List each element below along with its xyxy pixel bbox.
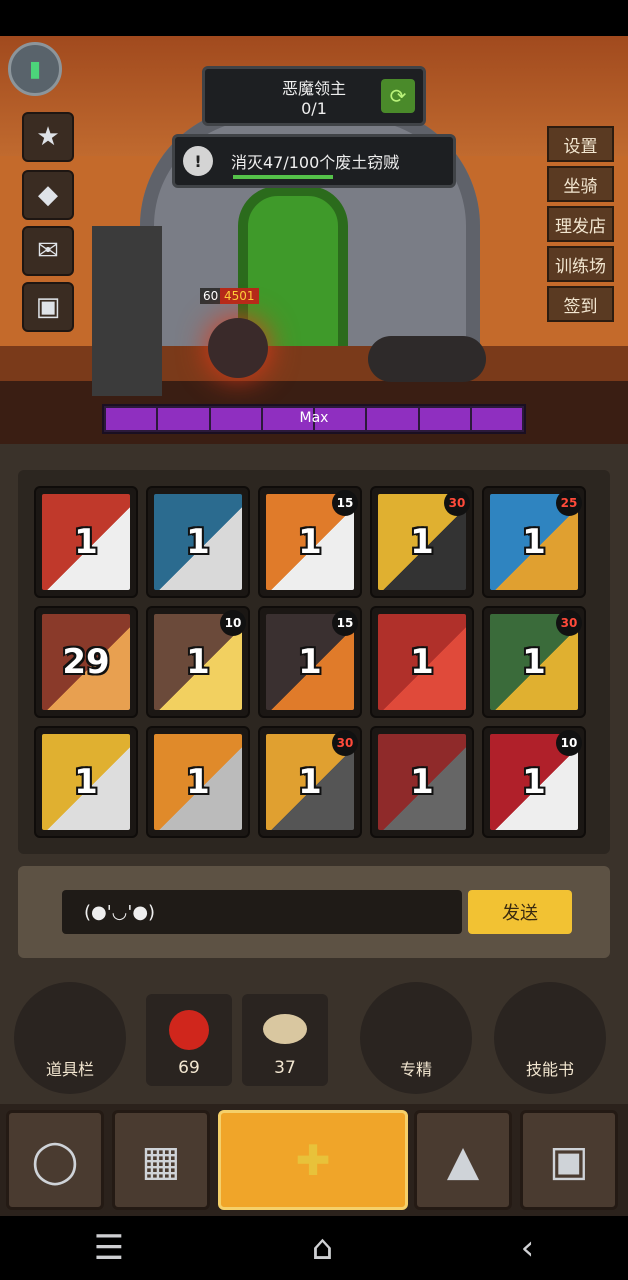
skill-level: 29 <box>62 642 110 682</box>
skill-badge: 10 <box>220 610 246 636</box>
signin-button[interactable]: 签到 <box>547 286 614 322</box>
armor-tab[interactable]: ▦ <box>112 1110 210 1210</box>
quest-progress-bar <box>233 175 333 179</box>
back-icon[interactable]: ‹ <box>521 1228 535 1268</box>
potion-icon <box>169 1010 209 1050</box>
quest-panel[interactable]: ! 消灭47/100个废土窃贼 <box>172 134 456 188</box>
skill-badge: 30 <box>556 610 582 636</box>
skill-slot[interactable]: 1 30 <box>370 486 474 598</box>
weapon-tab[interactable]: ✚ <box>218 1110 408 1210</box>
skill-slot[interactable]: 1 <box>370 606 474 718</box>
chest-tab[interactable]: ▣ <box>520 1110 618 1210</box>
boss-panel[interactable]: 恶魔领主 0/1 ⟳ <box>202 66 426 126</box>
home-icon[interactable]: ⌂ <box>312 1228 334 1268</box>
xp-label: Max <box>299 410 329 426</box>
spiked-enemy <box>368 336 486 382</box>
skill-level: 1 <box>74 762 98 802</box>
skill-badge: 30 <box>332 730 358 756</box>
skill-slot[interactable]: 1 15 <box>258 486 362 598</box>
skill-level: 1 <box>186 642 210 682</box>
refresh-icon[interactable]: ⟳ <box>381 79 415 113</box>
skill-level: 1 <box>522 642 546 682</box>
skill-slot[interactable]: 1 30 <box>482 606 586 718</box>
skill-level: 1 <box>298 762 322 802</box>
alert-icon: ! <box>183 146 213 176</box>
send-button[interactable]: 发送 <box>468 890 572 934</box>
skill-book-button[interactable]: 技能书 <box>494 982 606 1094</box>
quest-text: 消灭47/100个废土窃贼 <box>231 153 400 172</box>
settings-button[interactable]: 设置 <box>547 126 614 162</box>
potion-item[interactable]: 69 <box>146 994 232 1086</box>
status-bar <box>0 0 628 36</box>
bread-icon <box>263 1014 307 1044</box>
equipment-tabbar: ◯ ▦ ✚ ▲ ▣ <box>0 1104 628 1216</box>
sword-icon: ✚ <box>295 1135 331 1185</box>
skill-level: 1 <box>410 762 434 802</box>
armor-icon: ▦ <box>141 1135 181 1185</box>
mount-button[interactable]: 坐骑 <box>547 166 614 202</box>
training-button[interactable]: 训练场 <box>547 246 614 282</box>
inventory-label: 道具栏 <box>45 1060 94 1079</box>
skill-slot[interactable]: 1 25 <box>482 486 586 598</box>
scarecrow <box>92 226 162 396</box>
player-hp: 4501 <box>220 288 259 304</box>
signal-icon[interactable]: ▮ <box>8 42 62 96</box>
skill-slot[interactable]: 29 <box>34 606 138 718</box>
anvil-tab[interactable]: ▲ <box>414 1110 512 1210</box>
skill-slot[interactable]: 1 10 <box>146 606 250 718</box>
star-icon[interactable]: ★ <box>22 112 74 162</box>
skill-slot[interactable]: 1 <box>146 486 250 598</box>
skill-slot[interactable]: 1 30 <box>258 726 362 838</box>
skill-book-label: 技能书 <box>525 1060 574 1079</box>
skill-badge: 15 <box>332 490 358 516</box>
skill-level: 1 <box>522 762 546 802</box>
treasure-chest-icon: ▣ <box>549 1135 589 1185</box>
skill-slot[interactable]: 1 15 <box>258 606 362 718</box>
chest-icon[interactable]: ▣ <box>22 282 74 332</box>
skill-level: 1 <box>522 522 546 562</box>
potion-count: 69 <box>178 1058 200 1078</box>
skill-slot[interactable]: 1 10 <box>482 726 586 838</box>
skill-badge: 15 <box>332 610 358 636</box>
skill-level: 1 <box>186 522 210 562</box>
food-item[interactable]: 37 <box>242 994 328 1086</box>
skill-slot[interactable]: 1 <box>34 726 138 838</box>
mail-icon[interactable]: ✉ <box>22 226 74 276</box>
anvil-icon: ▲ <box>446 1135 480 1185</box>
xp-bar: Max <box>102 404 526 434</box>
skill-slot[interactable]: 1 <box>146 726 250 838</box>
ring-icon: ◯ <box>31 1135 79 1185</box>
crystal-icon[interactable]: ◆ <box>22 170 74 220</box>
skill-level: 1 <box>298 522 322 562</box>
barber-button[interactable]: 理发店 <box>547 206 614 242</box>
ring-tab[interactable]: ◯ <box>6 1110 104 1210</box>
skill-badge: 30 <box>444 490 470 516</box>
inventory-button[interactable]: 道具栏 <box>14 982 126 1094</box>
system-nav-bar: ☰ ⌂ ‹ <box>0 1216 628 1280</box>
boss-title: 恶魔领主 <box>281 78 346 98</box>
skill-level: 1 <box>298 642 322 682</box>
chat-input[interactable]: (●'◡'●) <box>62 890 462 934</box>
boss-progress: 0/1 <box>301 98 327 118</box>
mastery-label: 专精 <box>399 1060 432 1079</box>
player-character <box>208 318 268 378</box>
skill-level: 1 <box>410 642 434 682</box>
game-scene: ▮ 恶魔领主 0/1 ⟳ ! 消灭47/100个废土窃贼 ★ ◆ ✉ ▣ 设置 … <box>0 36 628 444</box>
skill-slot[interactable]: 1 <box>370 726 474 838</box>
skill-level: 1 <box>74 522 98 562</box>
player-level: 60 <box>200 288 222 304</box>
skill-level: 1 <box>410 522 434 562</box>
skill-slot[interactable]: 1 <box>34 486 138 598</box>
skill-level: 1 <box>186 762 210 802</box>
mastery-button[interactable]: 专精 <box>360 982 472 1094</box>
skill-grid: 1 1 1 15 1 30 1 25 29 1 10 1 15 1 1 30 1 1 1 30 1 1 10 <box>18 470 610 854</box>
menu-icon[interactable]: ☰ <box>94 1228 124 1268</box>
food-count: 37 <box>274 1058 296 1078</box>
skill-badge: 25 <box>556 490 582 516</box>
chat-panel: (●'◡'●) 发送 <box>18 866 610 958</box>
skill-badge: 10 <box>556 730 582 756</box>
